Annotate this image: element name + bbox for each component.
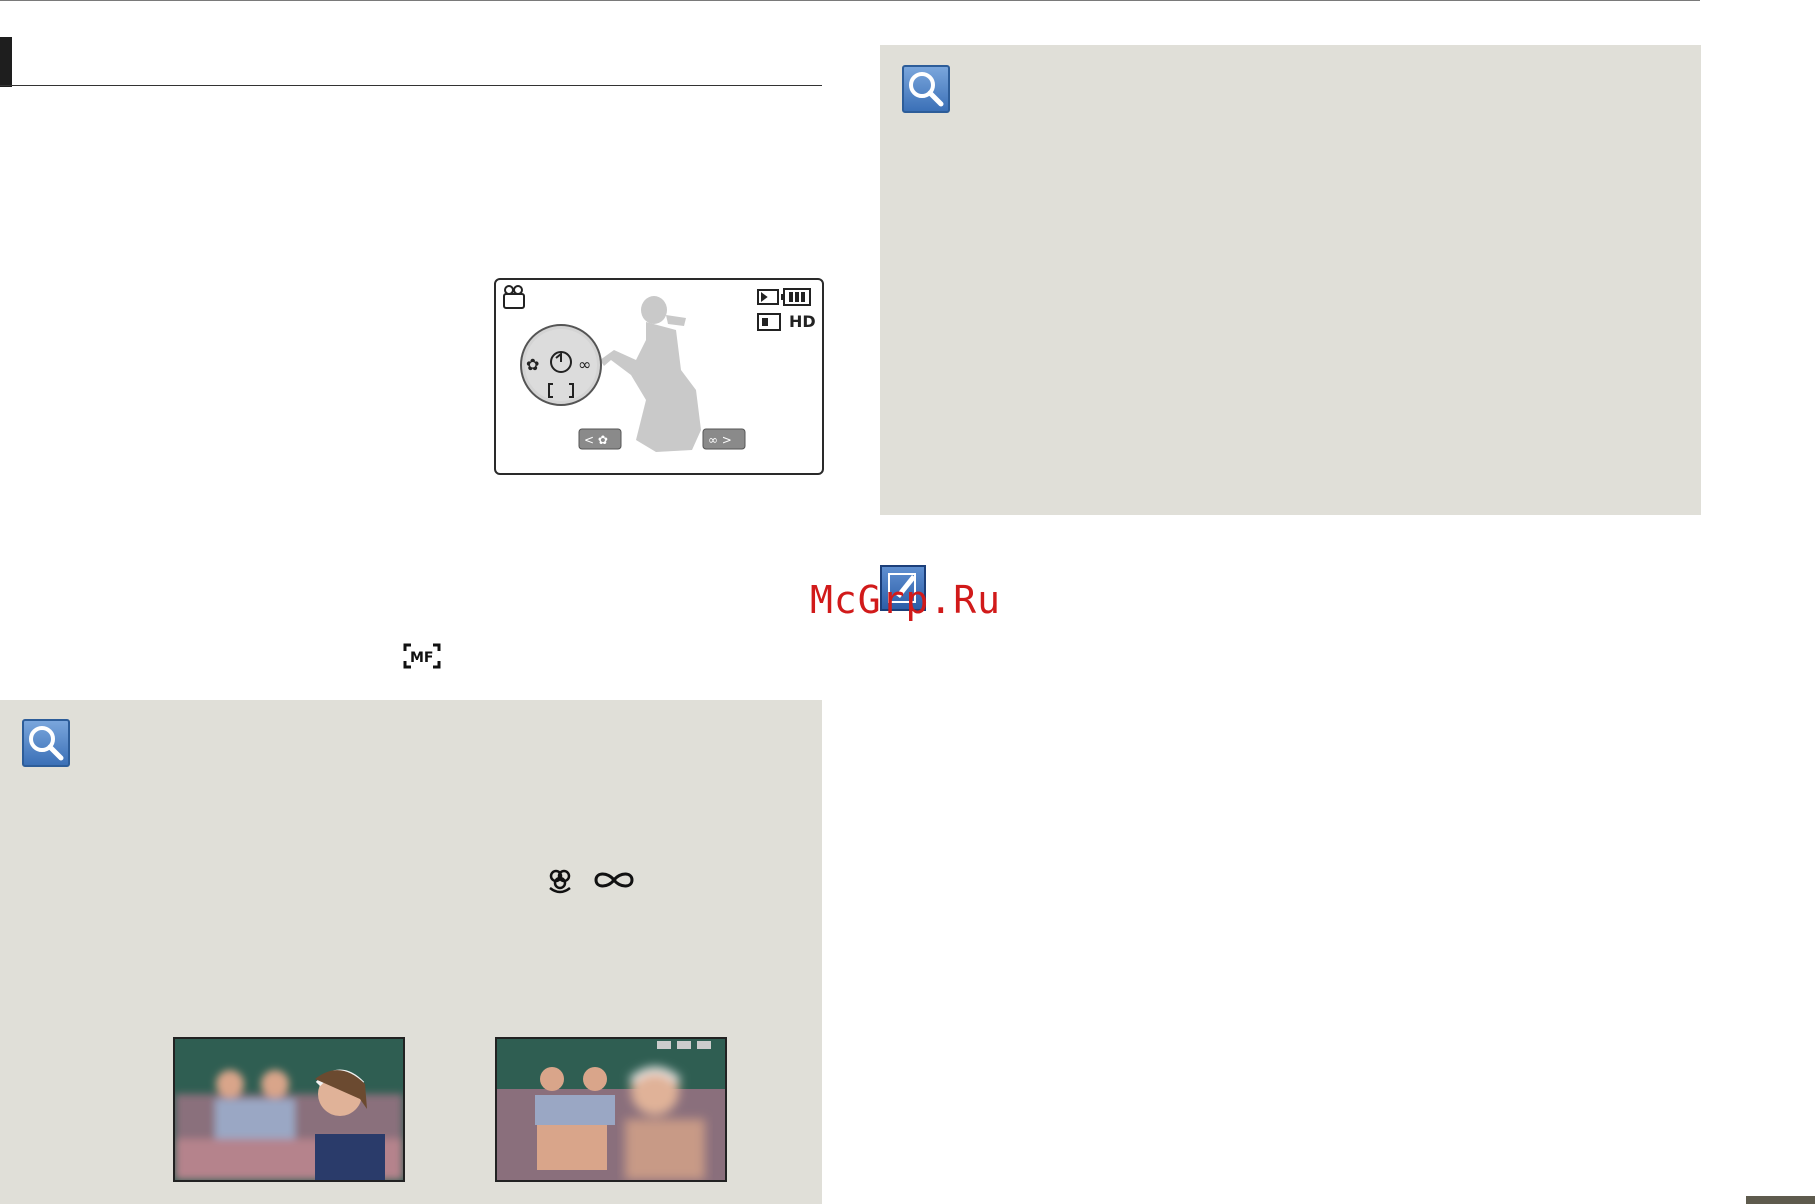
svg-text:MF: MF: [410, 650, 434, 666]
infinity-icon: [594, 872, 634, 888]
svg-text:✿: ✿: [526, 355, 539, 374]
camcorder-icon: [503, 285, 525, 309]
focus-mode-icons: [546, 866, 638, 898]
photo-far-focus: [495, 1037, 727, 1182]
flower-icon: [549, 869, 571, 894]
lcd-hd-label: HD: [789, 312, 816, 331]
top-rule: [0, 0, 1700, 1]
svg-text:∞: ∞: [578, 355, 591, 374]
lcd-near-button[interactable]: < ✿: [584, 433, 608, 447]
magnifier-icon: [902, 65, 950, 113]
lcd-far-button[interactable]: ∞ >: [708, 433, 732, 447]
page-indicator-bar: [1746, 1196, 1815, 1204]
magnifier-icon: [22, 719, 70, 767]
photo-near-focus: [173, 1037, 405, 1182]
focus-dial: ✿ ∞: [520, 324, 602, 406]
section-rule: [0, 85, 822, 86]
section-marker: [0, 37, 12, 87]
mf-icon: MF: [403, 643, 441, 673]
battery-icon: [781, 288, 811, 306]
lcd-screen-illustration: ✿ ∞ < ✿ ∞ > HD: [494, 278, 824, 475]
memory-card-icon: [757, 289, 779, 305]
tip-box-right: [880, 45, 1701, 515]
watermark: McGrp.Ru: [810, 578, 1002, 622]
resolution-icon: [757, 313, 781, 331]
